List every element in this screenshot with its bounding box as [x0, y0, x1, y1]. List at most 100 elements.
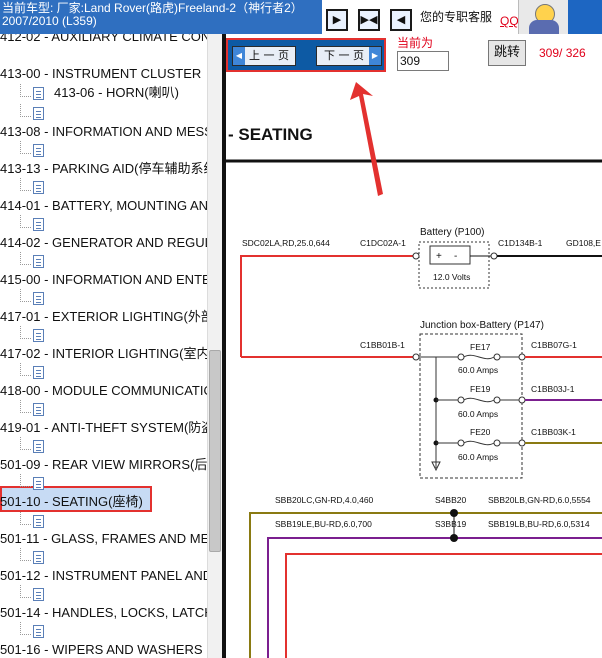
- tree-connector: [20, 548, 31, 561]
- current-page-label: 当前为: [397, 36, 434, 50]
- tree-item-417-02[interactable]: 417-02 - INTERIOR LIGHTING(室内照明): [0, 345, 207, 363]
- collapse-left-icon[interactable]: ◀: [390, 9, 412, 31]
- tree-connector: [20, 474, 31, 487]
- page-counter: 309/ 326: [539, 46, 586, 60]
- tree-leaf[interactable]: [0, 585, 207, 603]
- tree-item-501-16[interactable]: 501-16 - WIPERS AND WASHERS: [0, 641, 207, 658]
- tree-item-412-02[interactable]: 412-02 - AUXILIARY CLIMATE CONTROL: [0, 34, 207, 46]
- tree-item-label: 414-02 - GENERATOR AND REGULATOR: [0, 235, 207, 250]
- document-icon: [33, 366, 44, 379]
- document-icon: [33, 588, 44, 601]
- qq-link[interactable]: QQ: [500, 14, 519, 28]
- fuse-pin: [457, 439, 465, 447]
- fuse-fe19-icon: [463, 397, 495, 403]
- fuse-fe19-amps: 60.0 Amps: [458, 409, 498, 419]
- document-icon: [33, 181, 44, 194]
- customer-service-label: 您的专职客服: [420, 10, 493, 24]
- fuse-fe20-amps: 60.0 Amps: [458, 452, 498, 462]
- vehicle-title: 当前车型: 厂家:Land Rover(路虎)Freeland-2（神行者2）2…: [0, 0, 322, 34]
- tree-list: 412-02 - AUXILIARY CLIMATE CONTROL 413-0…: [0, 34, 207, 658]
- tree-item-501-10-selected[interactable]: 501-10 - SEATING(座椅): [0, 493, 207, 511]
- page-number-input[interactable]: [397, 51, 449, 71]
- tree-item-label: 413-13 - PARKING AID(停车辅助系统): [0, 161, 207, 176]
- tree-item-501-11[interactable]: 501-11 - GLASS, FRAMES AND MECHANISMS: [0, 530, 207, 548]
- wire-label-sbb20lb: SBB20LB,GN-RD,6.0,5554: [488, 495, 591, 505]
- battery-minus-icon: -: [454, 251, 457, 262]
- tree-leaf[interactable]: [0, 474, 207, 492]
- section-tree: 412-02 - AUXILIARY CLIMATE CONTROL 413-0…: [0, 34, 222, 658]
- fuse-fe17-amps: 60.0 Amps: [458, 365, 498, 375]
- tree-item-label: 419-01 - ANTI-THEFT SYSTEM(防盗系统): [0, 420, 207, 435]
- prev-page-button[interactable]: ◀ 上 一 页: [232, 46, 296, 66]
- document-icon: [33, 292, 44, 305]
- fuse-fe20-label: FE20: [470, 427, 491, 437]
- fuse-pin: [457, 353, 465, 361]
- tree-leaf[interactable]: [0, 622, 207, 640]
- tree-scrollbar[interactable]: [207, 34, 222, 658]
- wiring-diagram: - SEATING Battery (P100) + - 12.0 Volts …: [226, 74, 602, 658]
- tree-item-417-01[interactable]: 417-01 - EXTERIOR LIGHTING(外部照明): [0, 308, 207, 326]
- tree-leaf[interactable]: [0, 548, 207, 566]
- top-banner: 当前车型: 厂家:Land Rover(路虎)Freeland-2（神行者2）2…: [0, 0, 602, 34]
- tree-leaf[interactable]: [0, 104, 207, 122]
- splice-s4bb20: S4BB20: [435, 495, 466, 505]
- pager-group: ◀ 上 一 页 下 一 页 ▶: [226, 38, 386, 72]
- tree-leaf[interactable]: [0, 289, 207, 307]
- battery-label: Battery (P100): [420, 227, 484, 238]
- tree-connector: [20, 178, 31, 191]
- wire-label-sdc02la: SDC02LA,RD,25.0,644: [242, 238, 330, 248]
- tree-connector: [20, 437, 31, 450]
- wire-label-sbb19le: SBB19LE,BU-RD,6.0,700: [275, 519, 372, 529]
- tree-leaf[interactable]: [0, 178, 207, 196]
- wire-purple-bus: [267, 537, 602, 658]
- tree-item-418-00[interactable]: 418-00 - MODULE COMMUNICATIONS NETWORK: [0, 382, 207, 400]
- fuse-fe17-label: FE17: [470, 342, 491, 352]
- tree-leaf[interactable]: [0, 326, 207, 344]
- next-page-button[interactable]: 下 一 页 ▶: [316, 46, 382, 66]
- tree-item-label: 418-00 - MODULE COMMUNICATIONS NETWORK: [0, 383, 207, 398]
- tree-item-label: 501-16 - WIPERS AND WASHERS: [0, 642, 203, 657]
- tree-leaf[interactable]: [0, 437, 207, 455]
- tree-leaf[interactable]: [0, 400, 207, 418]
- connector-pin: [518, 396, 526, 404]
- tree-item-419-01[interactable]: 419-01 - ANTI-THEFT SYSTEM(防盗系统): [0, 419, 207, 437]
- tree-item-501-14[interactable]: 501-14 - HANDLES, LOCKS, LATCHES: [0, 604, 207, 622]
- tree-leaf[interactable]: [0, 141, 207, 159]
- tree-item-label: 501-11 - GLASS, FRAMES AND MECHANISMS: [0, 531, 207, 546]
- tree-item-414-02[interactable]: 414-02 - GENERATOR AND REGULATOR: [0, 234, 207, 252]
- tree-item-415-00[interactable]: 415-00 - INFORMATION AND ENTERTAINMENT: [0, 271, 207, 289]
- tree-item-413-06[interactable]: 413-06 - HORN(喇叭): [0, 84, 207, 102]
- tree-leaf[interactable]: [0, 215, 207, 233]
- document-icon: [33, 107, 44, 120]
- tree-connector: [20, 512, 31, 525]
- battery-volts: 12.0 Volts: [433, 272, 470, 282]
- tree-item-label: 501-10 - SEATING(座椅): [0, 494, 143, 509]
- wire-label-gd108: GD108,E: [566, 238, 601, 248]
- expand-right-icon[interactable]: ▶: [326, 9, 348, 31]
- fuse-fe19-label: FE19: [470, 384, 491, 394]
- wire-red-bus: [285, 553, 602, 658]
- split-view-icon[interactable]: ▶◀: [358, 9, 380, 31]
- tree-item-label: 417-01 - EXTERIOR LIGHTING(外部照明): [0, 309, 207, 324]
- tree-item-413-00[interactable]: 413-00 - INSTRUMENT CLUSTER: [0, 65, 207, 83]
- tree-leaf[interactable]: [0, 252, 207, 270]
- tree-item-501-09[interactable]: 501-09 - REAR VIEW MIRRORS(后视镜): [0, 456, 207, 474]
- tree-connector: [20, 252, 31, 265]
- tree-item-413-08[interactable]: 413-08 - INFORMATION AND MESSAGE CENTER: [0, 123, 207, 141]
- bus-line: [419, 356, 437, 468]
- tree-item-501-12[interactable]: 501-12 - INSTRUMENT PANEL AND CONSOLE: [0, 567, 207, 585]
- junction-box-label: Junction box-Battery (P147): [420, 320, 544, 331]
- fuse-pin: [457, 396, 465, 404]
- wire-label-sbb20lc: SBB20LC,GN-RD,4.0,460: [275, 495, 374, 505]
- jump-button[interactable]: 跳转: [488, 40, 526, 66]
- tree-leaf[interactable]: [0, 363, 207, 381]
- document-icon: [33, 440, 44, 453]
- tree-scroll-thumb[interactable]: [209, 350, 221, 552]
- tree-item-label: 417-02 - INTERIOR LIGHTING(室内照明): [0, 346, 207, 361]
- document-icon: [33, 255, 44, 268]
- tree-item-414-01[interactable]: 414-01 - BATTERY, MOUNTING AND CABLES: [0, 197, 207, 215]
- tree-item-label: 412-02 - AUXILIARY CLIMATE CONTROL: [0, 34, 207, 44]
- tree-leaf[interactable]: [0, 512, 207, 530]
- tree-item-413-13[interactable]: 413-13 - PARKING AID(停车辅助系统): [0, 160, 207, 178]
- battery-plus-icon: +: [436, 251, 442, 262]
